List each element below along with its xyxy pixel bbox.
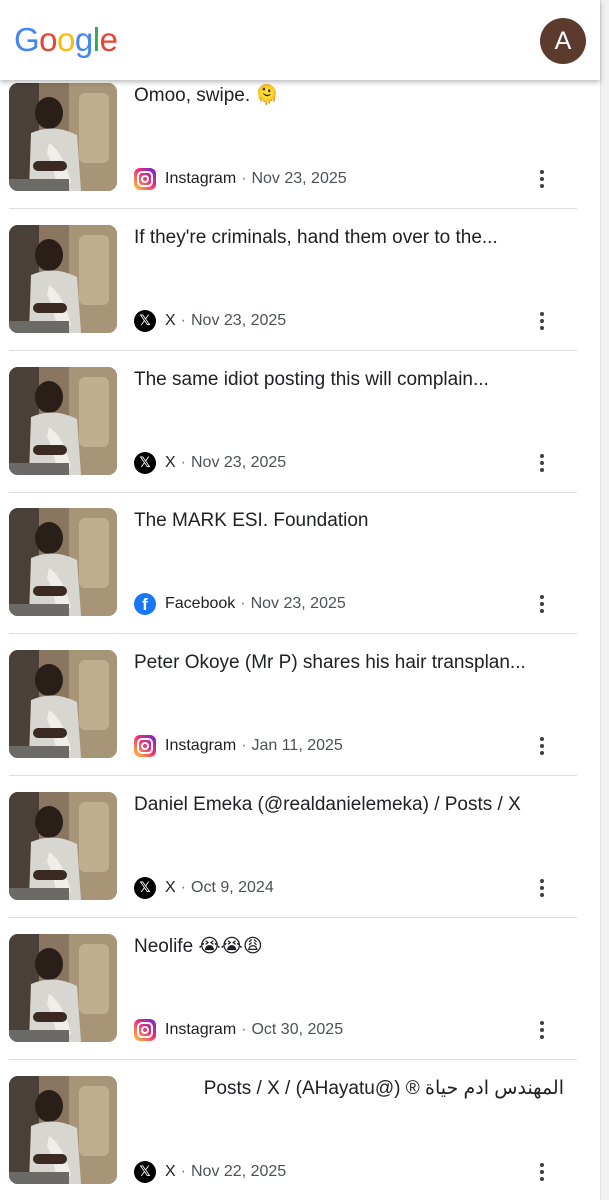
facebook-icon: f [134, 593, 156, 615]
account-avatar[interactable]: A [540, 18, 586, 64]
source-name: X [165, 879, 176, 896]
result-item[interactable]: المهندس ادم حياة ® (@AHayatu) / Posts / … [0, 1061, 600, 1203]
x-icon: 𝕏 [134, 1161, 156, 1183]
source-name: X [165, 454, 176, 471]
result-title[interactable]: Daniel Emeka (@realdanielemeka) / Posts … [134, 793, 564, 817]
thumbnail-image [9, 367, 117, 475]
meta-separator: · [241, 1021, 247, 1038]
x-icon: 𝕏 [134, 877, 156, 899]
instagram-icon [134, 168, 156, 190]
source-name: Facebook [165, 595, 236, 612]
result-item[interactable]: Peter Okoye (Mr P) shares his hair trans… [0, 635, 600, 777]
source-name: Instagram [165, 170, 237, 187]
more-options-icon[interactable] [530, 167, 554, 191]
result-date: Jan 11, 2025 [251, 737, 343, 754]
result-title[interactable]: المهندس ادم حياة ® (@AHayatu) / Posts / … [134, 1077, 564, 1101]
result-source[interactable]: Instagram · Nov 23, 2025 [134, 167, 347, 191]
logo-letter: l [92, 21, 100, 58]
result-thumbnail[interactable] [9, 225, 117, 333]
meta-separator: · [180, 879, 186, 896]
result-date: Nov 23, 2025 [191, 454, 287, 471]
meta-separator: · [180, 1163, 186, 1180]
result-thumbnail[interactable] [9, 1076, 117, 1184]
result-item[interactable]: Daniel Emeka (@realdanielemeka) / Posts … [0, 777, 600, 919]
x-icon: 𝕏 [134, 452, 156, 474]
thumbnail-image [9, 508, 117, 616]
result-title[interactable]: The same idiot posting this will complai… [134, 368, 564, 392]
more-options-icon[interactable] [530, 876, 554, 900]
result-source[interactable]: 𝕏 X · Nov 22, 2025 [134, 1160, 286, 1184]
logo-letter: G [14, 21, 40, 58]
thumbnail-image [9, 225, 117, 333]
result-date: Nov 23, 2025 [191, 312, 287, 329]
source-name: Instagram [165, 737, 237, 754]
logo-letter: e [99, 21, 118, 58]
meta-separator: · [241, 170, 247, 187]
result-source[interactable]: Instagram · Jan 11, 2025 [134, 734, 343, 758]
result-item[interactable]: The MARK ESI. Foundation f Facebook · No… [0, 493, 600, 635]
result-title[interactable]: Neolife 😭😭😩 [134, 935, 564, 959]
result-thumbnail[interactable] [9, 792, 117, 900]
result-thumbnail[interactable] [9, 508, 117, 616]
x-icon: 𝕏 [134, 310, 156, 332]
meta-separator: · [180, 312, 186, 329]
result-source[interactable]: Instagram · Oct 30, 2025 [134, 1018, 343, 1042]
instagram-icon [134, 1019, 156, 1041]
result-thumbnail[interactable] [9, 650, 117, 758]
result-divider [9, 350, 577, 351]
result-title[interactable]: Omoo, swipe. 🫠 [134, 84, 564, 108]
more-options-icon[interactable] [530, 734, 554, 758]
logo-letter: o [57, 21, 75, 58]
thumbnail-image [9, 934, 117, 1042]
result-divider [9, 775, 577, 776]
scrollbar[interactable] [600, 0, 609, 1200]
thumbnail-image [9, 83, 117, 191]
result-divider [9, 917, 577, 918]
source-name: Instagram [165, 1021, 237, 1038]
result-thumbnail[interactable] [9, 83, 117, 191]
more-options-icon[interactable] [530, 1160, 554, 1184]
more-options-icon[interactable] [530, 451, 554, 475]
result-title[interactable]: If they're criminals, hand them over to … [134, 226, 564, 250]
meta-separator: · [241, 737, 247, 754]
result-divider [9, 633, 577, 634]
instagram-icon [134, 735, 156, 757]
result-source[interactable]: f Facebook · Nov 23, 2025 [134, 592, 346, 616]
result-item[interactable]: The same idiot posting this will complai… [0, 352, 600, 494]
logo-letter: g [74, 21, 93, 58]
result-thumbnail[interactable] [9, 367, 117, 475]
thumbnail-image [9, 792, 117, 900]
more-options-icon[interactable] [530, 1018, 554, 1042]
result-source[interactable]: 𝕏 X · Nov 23, 2025 [134, 309, 286, 333]
result-item[interactable]: Omoo, swipe. 🫠 Instagram · Nov 23, 2025 [0, 68, 600, 210]
result-date: Nov 23, 2025 [251, 170, 347, 187]
result-divider [9, 208, 577, 209]
result-divider [9, 1059, 577, 1060]
result-date: Oct 30, 2025 [251, 1021, 344, 1038]
thumbnail-image [9, 1076, 117, 1184]
meta-separator: · [180, 454, 186, 471]
result-date: Nov 23, 2025 [250, 595, 346, 612]
result-source[interactable]: 𝕏 X · Nov 23, 2025 [134, 451, 286, 475]
google-logo[interactable]: Google [14, 20, 118, 60]
source-name: X [165, 1163, 176, 1180]
result-item[interactable]: If they're criminals, hand them over to … [0, 210, 600, 352]
result-title[interactable]: The MARK ESI. Foundation [134, 509, 564, 533]
more-options-icon[interactable] [530, 309, 554, 333]
logo-letter: o [39, 21, 58, 58]
result-thumbnail[interactable] [9, 934, 117, 1042]
meta-separator: · [240, 595, 246, 612]
more-options-icon[interactable] [530, 592, 554, 616]
result-date: Oct 9, 2024 [191, 879, 274, 896]
result-source[interactable]: 𝕏 X · Oct 9, 2024 [134, 876, 274, 900]
result-title[interactable]: Peter Okoye (Mr P) shares his hair trans… [134, 651, 564, 675]
top-bar: Google A [0, 0, 600, 80]
result-date: Nov 22, 2025 [191, 1163, 287, 1180]
result-item[interactable]: Neolife 😭😭😩 Instagram · Oct 30, 2025 [0, 919, 600, 1061]
thumbnail-image [9, 650, 117, 758]
source-name: X [165, 312, 176, 329]
